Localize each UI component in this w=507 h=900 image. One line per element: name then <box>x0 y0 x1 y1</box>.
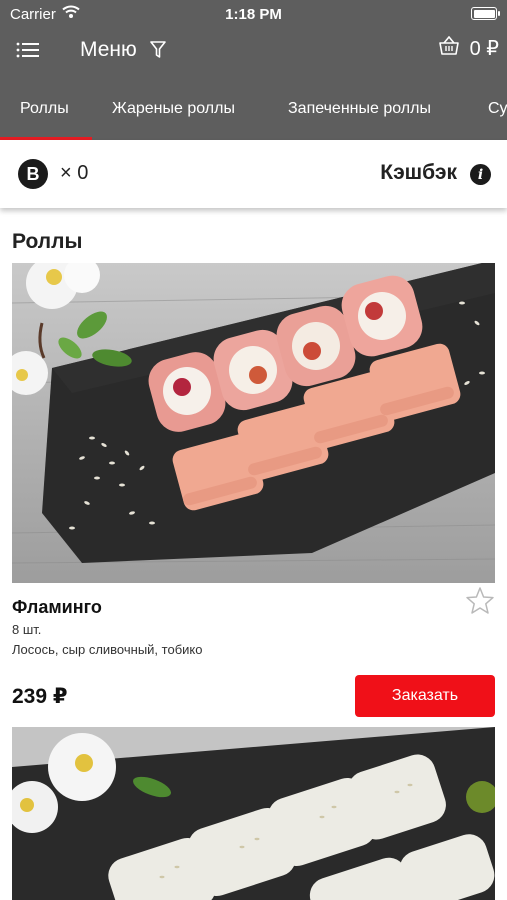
battery-icon <box>471 7 500 20</box>
tab-fried-rolls[interactable]: Жареные роллы <box>112 100 235 118</box>
nav-bar: Меню 0 ₽ <box>0 28 507 74</box>
cart-button[interactable]: 0 ₽ <box>438 35 499 61</box>
order-button[interactable]: Заказать <box>355 675 495 717</box>
tab-more[interactable]: Су <box>488 100 507 118</box>
bonus-bar: B × 0 Кэшбэк i <box>0 140 507 208</box>
cart-total: 0 ₽ <box>469 38 499 60</box>
page-title[interactable]: Меню <box>80 38 137 62</box>
filter-icon[interactable] <box>150 41 166 64</box>
menu-icon[interactable] <box>16 40 40 60</box>
basket-icon <box>438 35 460 61</box>
bonus-badge-icon: B <box>18 159 48 189</box>
product-name[interactable]: Фламинго <box>12 597 102 618</box>
product-price: 239 ₽ <box>12 685 68 708</box>
tab-baked-rolls[interactable]: Запеченные роллы <box>288 100 431 118</box>
info-icon[interactable]: i <box>470 164 491 185</box>
tab-rolls[interactable]: Роллы <box>20 100 69 118</box>
bonus-count: × 0 <box>60 162 89 184</box>
product-image[interactable] <box>12 263 495 583</box>
product-image[interactable] <box>12 727 495 900</box>
cashback-label[interactable]: Кэшбэк <box>380 161 457 185</box>
app-header: Carrier 1:18 PM Меню 0 ₽ Роллы Жареные р… <box>0 0 507 140</box>
clock: 1:18 PM <box>225 6 282 23</box>
product-quantity: 8 шт. <box>12 622 42 637</box>
section-title: Роллы <box>12 230 83 253</box>
status-bar: Carrier 1:18 PM <box>0 0 507 28</box>
product-description: Лосось, сыр сливочный, тобико <box>12 642 203 657</box>
category-tabs: Роллы Жареные роллы Запеченные роллы Су <box>0 84 507 140</box>
star-icon[interactable] <box>465 586 495 621</box>
